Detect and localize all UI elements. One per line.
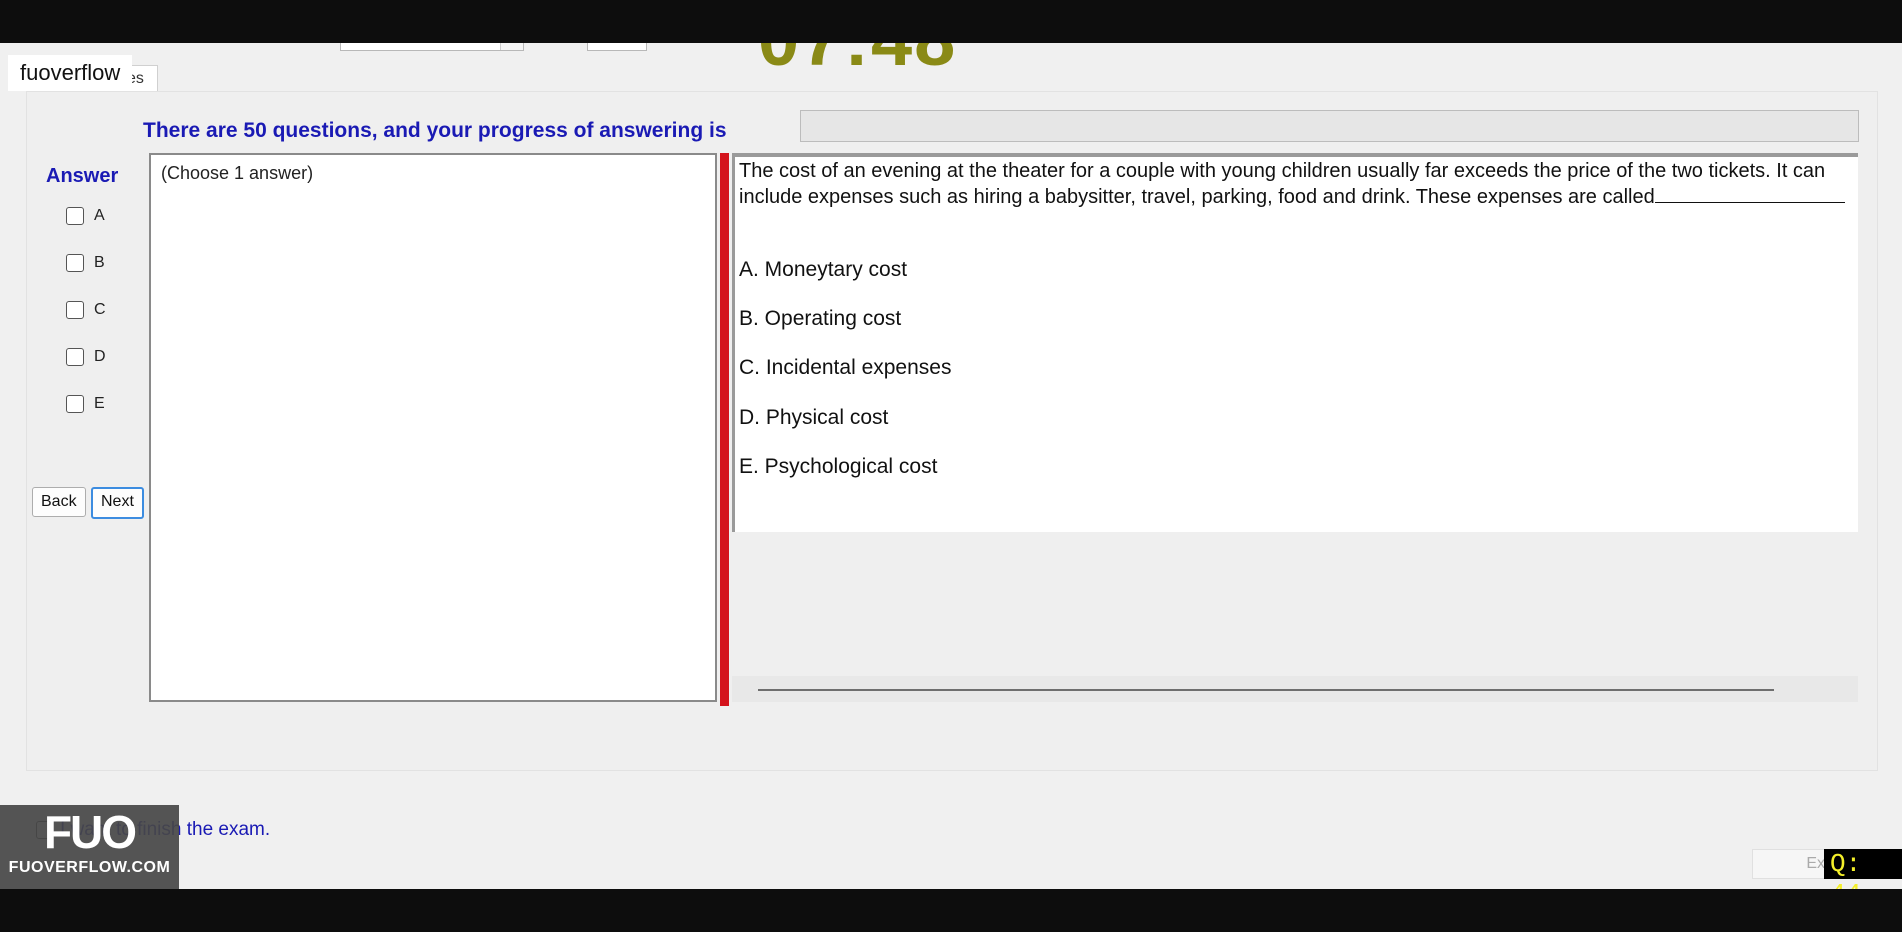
divider-line [758, 689, 1774, 691]
answer-option-label: B [94, 254, 105, 271]
answer-option-b[interactable]: B [66, 254, 105, 272]
question-option-c: C. Incidental expenses [739, 356, 952, 379]
checkbox[interactable] [66, 348, 84, 366]
answer-option-d[interactable]: D [66, 348, 106, 366]
question-option-a: A. Moneytary cost [739, 258, 908, 281]
choose-answer-label: (Choose 1 answer) [161, 163, 314, 183]
timer: 07:48 [758, 43, 957, 82]
top-small-field[interactable] [587, 43, 647, 51]
site-tag: fuoverflow [8, 55, 133, 91]
answer-title: Answer [46, 165, 119, 187]
question-counter: Q: 44 [1824, 849, 1902, 889]
split-divider[interactable] [720, 153, 729, 706]
answer-option-label: A [94, 207, 105, 224]
back-button[interactable]: Back [32, 487, 86, 517]
checkbox[interactable] [66, 207, 84, 225]
choose-answer-box: (Choose 1 answer) [149, 153, 717, 702]
answer-option-label: E [94, 395, 105, 412]
progress-label: There are 50 questions, and your progres… [143, 119, 727, 142]
answer-option-c[interactable]: C [66, 301, 106, 319]
answer-option-e[interactable]: E [66, 395, 105, 413]
checkbox[interactable] [66, 301, 84, 319]
question-panel: The cost of an evening at the theater fo… [732, 153, 1858, 532]
question-option-e: E. Psychological cost [739, 455, 938, 478]
answer-option-label: D [94, 348, 106, 365]
exit-button[interactable]: Ex [1752, 849, 1826, 879]
top-combo-box[interactable] [340, 43, 524, 51]
question-option-d: D. Physical cost [739, 406, 889, 429]
fuo-site: FUOVERFLOW.COM [8, 859, 171, 876]
progress-bar [800, 110, 1859, 142]
question-text: The cost of an evening at the theater fo… [739, 159, 1849, 210]
answer-option-a[interactable]: A [66, 207, 105, 225]
tab-stub[interactable]: es [130, 65, 158, 92]
question-option-b: B. Operating cost [739, 307, 902, 330]
next-button[interactable]: Next [91, 487, 144, 519]
exam-window: FUO FUO FUO FUO FUO FUO FUO 07:48 es fuo… [0, 43, 1902, 889]
answer-option-label: C [94, 301, 106, 318]
answer-blank [1654, 184, 1845, 203]
fuo-logo: FUO [43, 806, 137, 858]
checkbox[interactable] [66, 395, 84, 413]
chevron-down-icon[interactable] [500, 43, 523, 50]
checkbox[interactable] [66, 254, 84, 272]
fuo-watermark-badge: FUO FUOVERFLOW.COM [0, 805, 179, 889]
